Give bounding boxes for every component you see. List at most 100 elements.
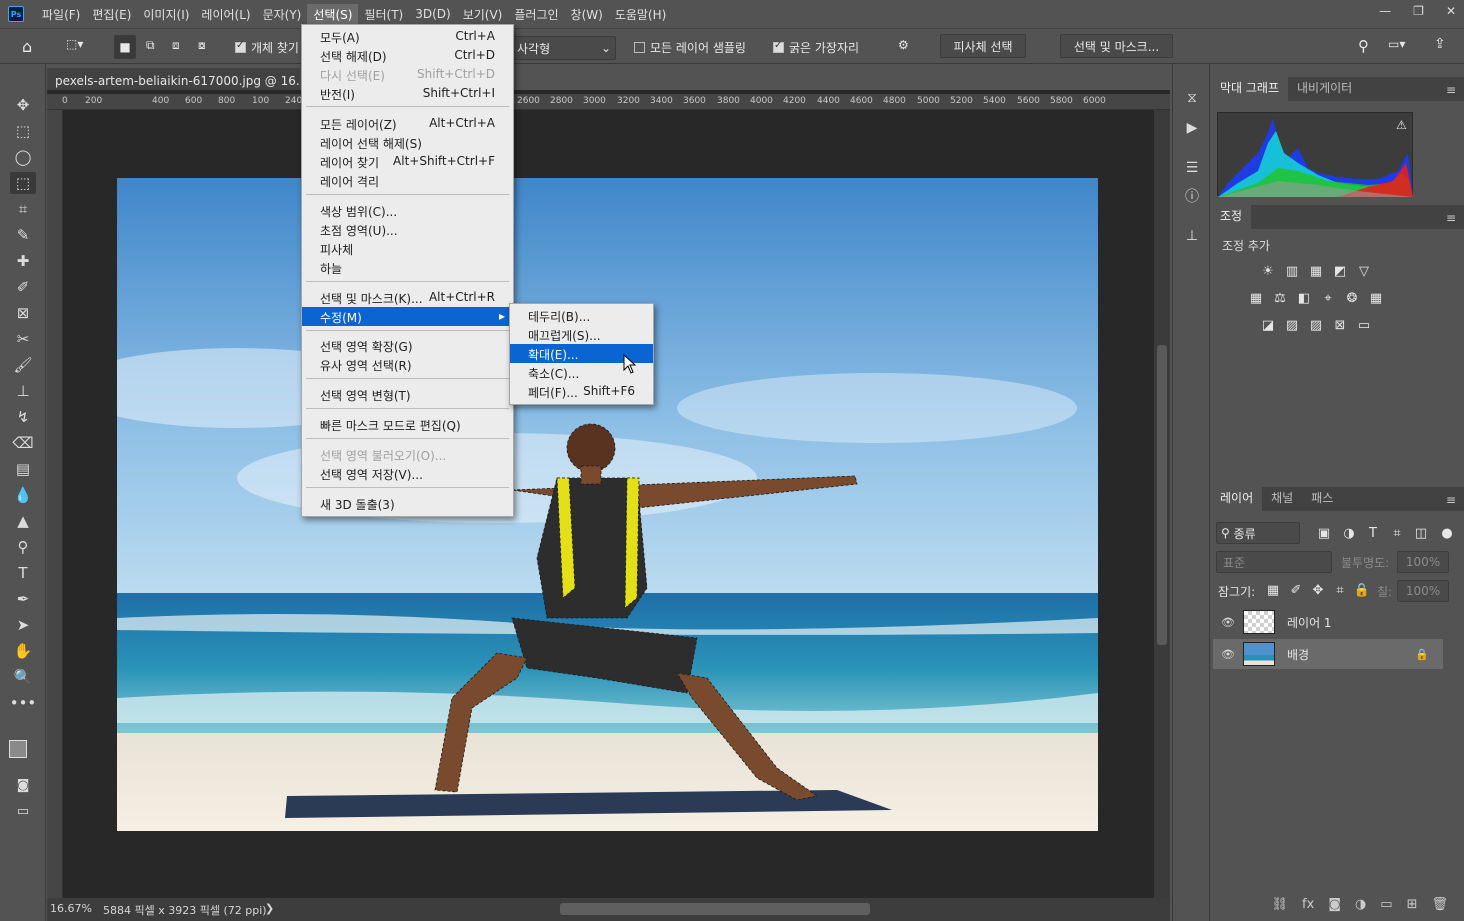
eyedropper-tool-icon[interactable]: ✎ xyxy=(10,224,36,246)
share-icon[interactable]: ⇪ xyxy=(1434,36,1446,52)
menu-item-find-layers[interactable]: 레이어 찾기 Alt+Shift+Ctrl+F xyxy=(302,152,513,171)
menu-help[interactable]: 도움말(H) xyxy=(609,4,673,25)
home-icon[interactable]: ⌂ xyxy=(22,37,32,56)
lock-artboard-icon[interactable]: ⌗ xyxy=(1332,583,1348,598)
menu-plugins[interactable]: 플러그인 xyxy=(508,4,564,25)
type-filter-icon[interactable]: T xyxy=(1365,526,1381,541)
stamp-tool-icon[interactable]: ⊥ xyxy=(10,380,36,402)
menu-item-quick-mask[interactable]: 빠른 마스크 모드로 편집(Q) xyxy=(302,415,513,434)
brush-icon[interactable]: 🖌 xyxy=(10,354,36,376)
close-button[interactable]: ✕ xyxy=(1446,4,1456,18)
menu-item-all-layers[interactable]: 모든 레이어(Z) Alt+Ctrl+A xyxy=(302,114,513,133)
puppet-warp-icon[interactable]: ✂ xyxy=(10,328,36,350)
tab-layers[interactable]: 레이어 xyxy=(1211,485,1263,511)
settings-gear-icon[interactable]: ⚙ xyxy=(898,38,909,52)
lock-image-icon[interactable]: ✐ xyxy=(1288,583,1304,598)
zoom-tool-icon[interactable]: 🔍 xyxy=(10,666,36,688)
adjustment-filter-icon[interactable]: ◑ xyxy=(1341,526,1357,541)
panel-menu-icon[interactable]: ≡ xyxy=(1446,83,1456,97)
menu-item-focus-area[interactable]: 초점 영역(U)... xyxy=(302,220,513,239)
blur-tool-icon[interactable]: 💧 xyxy=(10,484,36,506)
menu-type[interactable]: 문자(Y) xyxy=(257,4,308,25)
properties-icon[interactable]: ☰ xyxy=(1182,158,1202,178)
status-arrow-icon[interactable]: ❯ xyxy=(265,902,274,915)
menu-item-deselect-layers[interactable]: 레이어 선택 해제(S) xyxy=(302,133,513,152)
type-tool-icon[interactable]: T xyxy=(10,562,36,584)
lasso-tool-icon[interactable]: ◯ xyxy=(10,146,36,168)
lock-all-icon[interactable]: 🔒 xyxy=(1354,583,1370,598)
actions-play-icon[interactable]: ▶ xyxy=(1182,118,1202,138)
menu-image[interactable]: 이미지(I) xyxy=(137,4,195,25)
menu-select[interactable]: 선택(S) xyxy=(307,3,359,25)
eraser-tool-icon[interactable]: ⌫ xyxy=(10,432,36,454)
menu-edit[interactable]: 편집(E) xyxy=(86,4,137,25)
marquee-tool-icon[interactable]: ⬚ xyxy=(10,120,36,142)
pixel-filter-icon[interactable]: ▣ xyxy=(1316,526,1332,541)
menu-item-sky[interactable]: 하늘 xyxy=(302,258,513,277)
blend-mode-select[interactable]: 표준 xyxy=(1216,551,1332,573)
folder-icon[interactable]: ▭ xyxy=(1380,897,1392,912)
lock-position-icon[interactable]: ✥ xyxy=(1310,583,1326,598)
layer-row[interactable]: 👁 배경 🔒 xyxy=(1213,639,1443,669)
screen-mode-icon[interactable]: ▭ xyxy=(10,800,36,822)
menu-view[interactable]: 보기(V) xyxy=(457,4,509,25)
healing-brush-icon[interactable]: ✚ xyxy=(10,250,36,272)
gradient-map-icon[interactable]: ▭ xyxy=(1356,318,1372,333)
minimize-button[interactable]: — xyxy=(1379,4,1391,18)
threshold-icon[interactable]: ▨ xyxy=(1308,318,1324,333)
move-tool-icon[interactable]: ✥ xyxy=(10,94,36,116)
menu-item-modify[interactable]: 수정(M) ▸ xyxy=(302,307,513,326)
layer-filter-kind[interactable]: ⚲ 종류 xyxy=(1216,522,1300,544)
foreground-color-swatch[interactable] xyxy=(9,740,27,758)
intersect-selection-icon[interactable]: ⧇ xyxy=(198,38,206,53)
crop-tool-icon[interactable]: ⌗ xyxy=(10,198,36,220)
vertical-scroll-thumb[interactable] xyxy=(1157,345,1167,645)
tab-adjustments[interactable]: 조정 xyxy=(1211,203,1252,229)
panel-menu-icon[interactable]: ≡ xyxy=(1446,211,1456,225)
menu-item-transform-selection[interactable]: 선택 영역 변형(T) xyxy=(302,385,513,404)
dodge-tool-icon[interactable]: ⚲ xyxy=(10,536,36,558)
tab-histogram[interactable]: 막대 그래프 xyxy=(1211,75,1289,101)
panel-menu-icon[interactable]: ≡ xyxy=(1446,493,1456,507)
restore-button[interactable]: ❐ xyxy=(1413,4,1424,18)
smart-object-filter-icon[interactable]: ◫ xyxy=(1413,526,1429,541)
menu-item-similar[interactable]: 유사 영역 선택(R) xyxy=(302,355,513,374)
fx-icon[interactable]: fx xyxy=(1302,897,1314,912)
menu-window[interactable]: 창(W) xyxy=(565,4,609,25)
opacity-field[interactable]: 100% xyxy=(1397,551,1449,573)
menu-item-all[interactable]: 모두(A) Ctrl+A xyxy=(302,27,513,46)
menu-item-select-and-mask[interactable]: 선택 및 마스크(K)... Alt+Ctrl+R xyxy=(302,288,513,307)
menu-item-inverse[interactable]: 반전(I) Shift+Ctrl+I xyxy=(302,84,513,103)
levels-icon[interactable]: ▥ xyxy=(1284,264,1300,279)
color-lookup-icon[interactable]: ▦ xyxy=(1368,291,1384,306)
menu-item-feather[interactable]: 페더(F)... Shift+F6 xyxy=(510,382,653,401)
menu-item-smooth[interactable]: 매끄럽게(S)... xyxy=(510,325,653,344)
info-icon[interactable]: ⓘ xyxy=(1182,186,1202,206)
filter-toggle-icon[interactable]: ● xyxy=(1439,526,1455,541)
menu-file[interactable]: 파일(F) xyxy=(36,4,86,25)
layer-row[interactable]: 👁 레이어 1 xyxy=(1213,607,1443,637)
new-layer-icon[interactable]: ⊞ xyxy=(1407,897,1418,912)
object-finder-checkbox[interactable]: 개체 찾기 xyxy=(235,39,299,56)
link-icon[interactable]: ⛓ xyxy=(1272,897,1289,912)
new-selection-icon[interactable]: ■ xyxy=(114,35,136,59)
mask-icon[interactable]: ◙ xyxy=(1328,897,1341,912)
object-selection-tool-icon[interactable]: ⬚ xyxy=(10,172,36,194)
eye-icon[interactable]: 👁 xyxy=(1221,616,1235,629)
mode-select[interactable]: 사각형 ⌄ xyxy=(512,36,616,60)
channel-mixer-icon[interactable]: ❂ xyxy=(1344,291,1360,306)
menu-item-color-range[interactable]: 색상 범위(C)... xyxy=(302,201,513,220)
color-balance-icon[interactable]: ⚖ xyxy=(1272,291,1288,306)
menu-layer[interactable]: 레이어(L) xyxy=(195,4,256,25)
photo-filter-icon[interactable]: ⌖ xyxy=(1320,291,1336,306)
invert-icon[interactable]: ◪ xyxy=(1260,318,1276,333)
menu-item-isolate-layers[interactable]: 레이어 격리 xyxy=(302,171,513,190)
selective-color-icon[interactable]: ⊠ xyxy=(1332,318,1348,333)
path-selection-icon[interactable]: ➤ xyxy=(10,614,36,636)
add-selection-icon[interactable]: ⧉ xyxy=(146,38,155,53)
more-tools-icon[interactable]: ••• xyxy=(10,692,37,714)
black-white-icon[interactable]: ◧ xyxy=(1296,291,1312,306)
select-and-mask-button[interactable]: 선택 및 마스크... xyxy=(1060,34,1173,58)
search-icon[interactable]: ⚲ xyxy=(1358,37,1369,55)
zoom-level[interactable]: 16.67% xyxy=(50,902,92,915)
